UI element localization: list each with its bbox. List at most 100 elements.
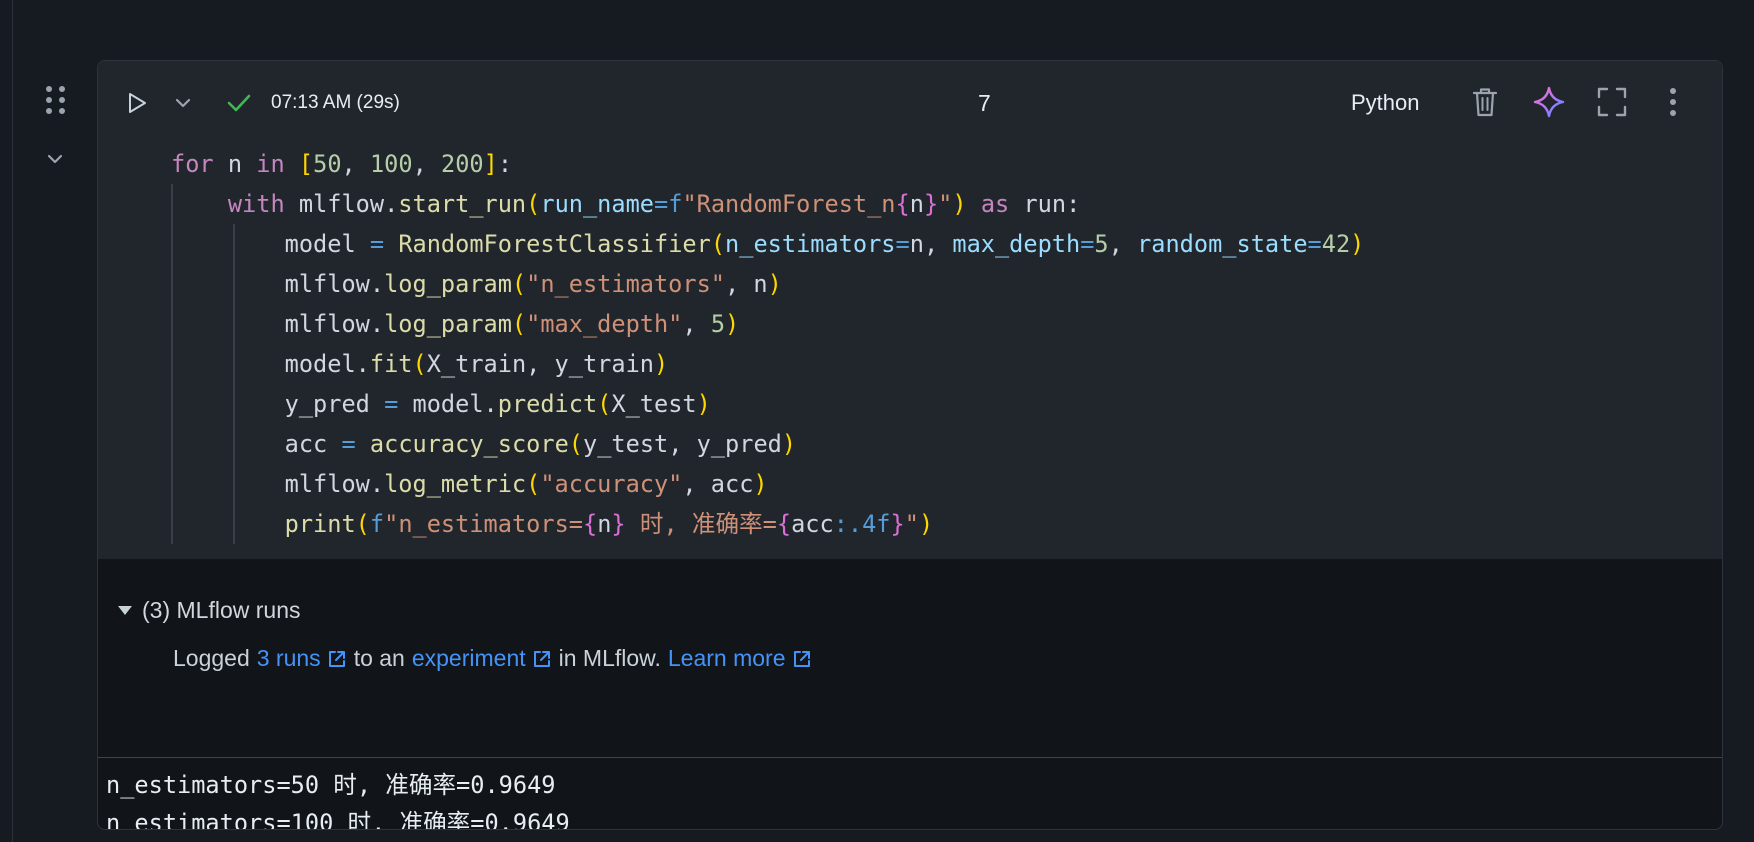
- drag-handle-icon[interactable]: [44, 86, 68, 118]
- code-token: ): [918, 510, 934, 538]
- code-token: mlflow.: [284, 190, 399, 218]
- code-token: =: [384, 390, 399, 418]
- kebab-icon: [1670, 88, 1676, 116]
- code-token: (: [568, 430, 583, 458]
- language-selector[interactable]: Python: [1351, 87, 1420, 119]
- learn-more-link[interactable]: Learn more: [668, 645, 812, 672]
- code-token: ,: [341, 150, 370, 178]
- code-token: =: [654, 190, 669, 218]
- code-token: :: [497, 150, 513, 178]
- code-token: in: [256, 150, 285, 178]
- code-editor[interactable]: 07:13 AM (29s) 7 Python for n in [50, 10…: [98, 61, 1722, 559]
- collapse-cell-chevron-icon[interactable]: [44, 148, 66, 170]
- learn-more-label: Learn more: [667, 645, 786, 671]
- code-token: =: [341, 430, 356, 458]
- code-token: , n: [725, 270, 768, 298]
- code-token: }: [923, 190, 939, 218]
- code-token: }: [890, 510, 905, 538]
- code-token: y_pred: [171, 390, 385, 418]
- mlflow-runs-toggle[interactable]: (3) MLflow runs: [118, 597, 300, 624]
- code-line: for n in [50, 100, 200]:: [171, 144, 1364, 184]
- code-token: log_metric: [384, 470, 527, 498]
- code-line: mlflow.log_param("n_estimators", n): [171, 264, 1364, 304]
- code-line: model.fit(X_train, y_train): [171, 344, 1364, 384]
- source-code[interactable]: for n in [50, 100, 200]: with mlflow.sta…: [171, 144, 1364, 544]
- mlflow-runs-summary: Logged 3 runs to an experiment in MLflow…: [173, 645, 812, 672]
- output-line: n_estimators=100 时, 准确率=0.9649: [106, 809, 570, 830]
- code-token: "accuracy": [540, 470, 683, 498]
- code-token: ): [725, 310, 740, 338]
- code-token: X_train, y_train: [426, 350, 654, 378]
- execution-count: 7: [978, 89, 991, 116]
- code-token: }: [611, 510, 626, 538]
- code-token: {: [776, 510, 792, 538]
- expand-cell-button[interactable]: [1595, 85, 1629, 119]
- code-token: acc: [171, 430, 342, 458]
- code-token: 42: [1321, 230, 1351, 258]
- code-line: print(f"n_estimators={n} 时, 准确率={acc:.4f…: [171, 504, 1364, 544]
- code-token: =: [895, 230, 910, 258]
- code-token: ): [753, 470, 768, 498]
- delete-cell-button[interactable]: [1468, 85, 1502, 119]
- code-token: ): [1350, 230, 1365, 258]
- code-token: start_run: [398, 190, 527, 218]
- code-line: model = RandomForestClassifier(n_estimat…: [171, 224, 1365, 264]
- code-line: with mlflow.start_run(run_name=f"RandomF…: [171, 184, 1364, 224]
- code-token: with: [227, 190, 285, 218]
- code-token: acc: [791, 510, 834, 538]
- code-token: f: [369, 510, 385, 538]
- experiment-link-label: experiment: [411, 645, 526, 671]
- code-token: "n_estimators=: [384, 510, 583, 538]
- caret-down-icon: [118, 606, 132, 615]
- code-token: mlflow.: [171, 470, 385, 498]
- more-actions-button[interactable]: [1661, 85, 1685, 119]
- code-line: y_pred = model.predict(X_test): [171, 384, 1364, 424]
- code-token: {: [582, 510, 598, 538]
- runs-link-label: 3 runs: [256, 645, 321, 671]
- code-token: ]: [483, 150, 498, 178]
- code-token: "RandomForest_n: [682, 190, 896, 218]
- runs-link[interactable]: 3 runs: [257, 645, 347, 672]
- notebook-cell: 07:13 AM (29s) 7 Python for n in [50, 10…: [97, 60, 1723, 830]
- code-token: model.: [398, 390, 498, 418]
- code-token: ): [952, 190, 967, 218]
- code-line: mlflow.log_metric("accuracy", acc): [171, 464, 1364, 504]
- code-token: run_name: [540, 190, 654, 218]
- to-an-text: to an: [353, 645, 405, 671]
- cell-output: n_estimators=50 时, 准确率=0.9649 n_estimator…: [106, 766, 570, 830]
- code-token: (: [710, 230, 726, 258]
- code-token: (: [597, 390, 612, 418]
- code-token: (: [511, 270, 527, 298]
- code-token: (: [355, 510, 370, 538]
- code-token: n: [909, 190, 924, 218]
- external-link-icon: [793, 650, 810, 667]
- fullscreen-icon: [1597, 87, 1627, 117]
- code-token: ): [696, 390, 711, 418]
- code-token: log_param: [384, 270, 512, 298]
- code-token: 50: [313, 150, 342, 178]
- run-options-button[interactable]: [170, 90, 196, 116]
- run-cell-button[interactable]: [124, 90, 150, 116]
- in-mlflow-text: in MLflow.: [558, 645, 661, 671]
- code-token: :.4f: [833, 510, 891, 538]
- code-token: (: [412, 350, 427, 378]
- code-token: ,: [412, 150, 441, 178]
- code-token: print: [284, 510, 356, 538]
- code-token: predict: [497, 390, 598, 418]
- mlflow-runs-title: (3) MLflow runs: [142, 597, 301, 623]
- assistant-button[interactable]: [1532, 85, 1566, 119]
- code-token: y_test, y_pred: [583, 430, 782, 458]
- chevron-down-icon: [175, 98, 191, 108]
- experiment-link[interactable]: experiment: [412, 645, 552, 672]
- code-token: n: [597, 510, 612, 538]
- code-token: log_param: [384, 310, 512, 338]
- code-token: ": [938, 190, 953, 218]
- code-token: [: [298, 150, 314, 178]
- code-token: 200: [441, 150, 484, 178]
- code-token: RandomForestClassifier: [398, 230, 711, 258]
